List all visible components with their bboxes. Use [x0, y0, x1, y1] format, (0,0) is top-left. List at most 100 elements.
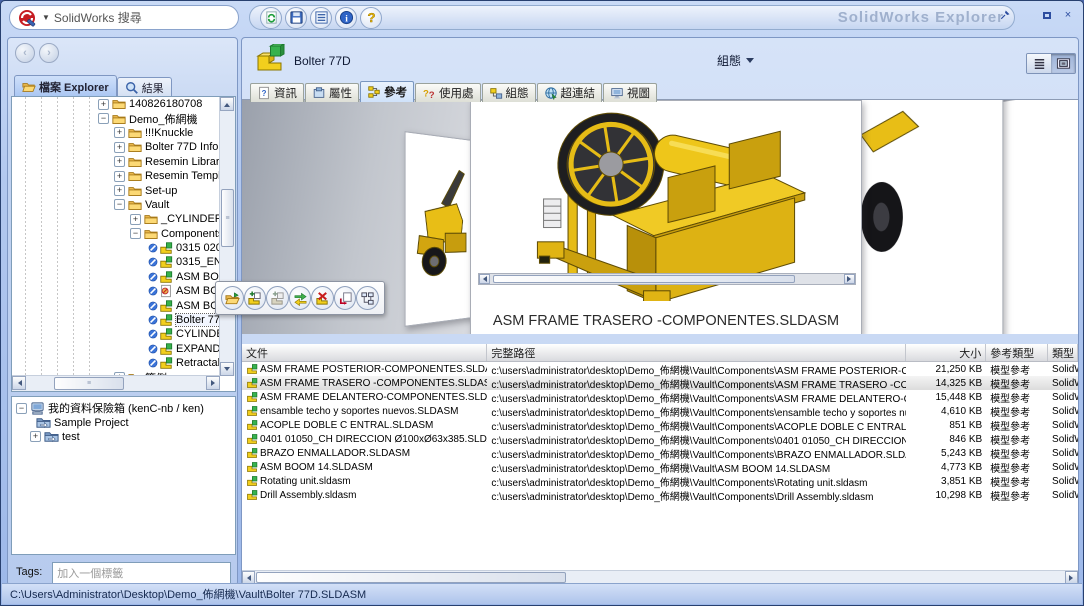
tree-item[interactable]: ASM BO	[12, 298, 220, 312]
tree-vertical-scrollbar[interactable]: ≡	[219, 97, 235, 376]
column-header-0[interactable]: 文件	[242, 344, 487, 361]
replace-button[interactable]	[289, 286, 312, 310]
list-view-button[interactable]	[1027, 54, 1051, 73]
vault-item[interactable]: Sample Project	[12, 415, 235, 429]
tree-expander-icon[interactable]: +	[114, 185, 125, 196]
tree-expander-icon[interactable]: +	[114, 171, 125, 182]
vault-root-item[interactable]: −我的資料保險箱 (kenC-nb / ken)	[12, 401, 235, 415]
column-header-4[interactable]: 類型	[1048, 344, 1078, 361]
tree-item[interactable]: +_CYLINDER GU	[12, 212, 220, 226]
table-row[interactable]: 0401 01050_CH DIRECCION Ø100xØ63x385.SLD…	[242, 432, 1078, 446]
open-button[interactable]	[221, 286, 244, 310]
restore-button[interactable]	[1040, 9, 1054, 21]
configuration-dropdown[interactable]: 組態	[717, 52, 754, 69]
tab-5[interactable]: 超連結	[537, 83, 603, 102]
add-doc-disabled-button[interactable]	[266, 286, 289, 310]
tree-item[interactable]: 0315 02005_	[12, 241, 220, 255]
tree-expander-icon[interactable]: −	[98, 113, 109, 124]
table-row[interactable]: ASM FRAME POSTERIOR-COMPONENTES.SLDASMc:…	[242, 362, 1078, 376]
search-dropdown-caret[interactable]: ▼	[42, 13, 50, 22]
tab-label: 視圖	[627, 85, 650, 101]
table-row[interactable]: ASM FRAME DELANTERO-COMPONENTES.SLDASMc:…	[242, 390, 1078, 404]
search-placeholder-text[interactable]: SolidWorks 搜尋	[54, 9, 142, 26]
tree-item[interactable]: − Components	[12, 227, 220, 241]
tree-expander-icon[interactable]: −	[114, 199, 125, 210]
tree-item-label: CYLINDER G	[176, 328, 220, 340]
move-button[interactable]	[334, 286, 357, 310]
table-row[interactable]: Rotating unit.sldasmc:\users\administrat…	[242, 474, 1078, 488]
tree-expander-icon[interactable]: +	[30, 431, 41, 442]
tree-item[interactable]: Bolter 77D	[12, 313, 220, 327]
tree-item-label: Components	[161, 228, 220, 240]
tree-expander-icon[interactable]: −	[130, 228, 141, 239]
tree-item[interactable]: ASM BOOM	[12, 270, 220, 284]
tab-label: 參考	[384, 84, 407, 100]
table-row[interactable]: ASM FRAME TRASERO -COMPONENTES.SLDASMc:\…	[242, 376, 1078, 390]
info-button[interactable]: i	[335, 7, 357, 29]
back-button[interactable]: ‹	[15, 43, 35, 63]
tree-item[interactable]: ASM BO	[12, 284, 220, 298]
file-type: SolidWo	[1048, 448, 1078, 459]
tab-3[interactable]: ??使用處	[415, 83, 481, 102]
vault-item[interactable]: +test	[12, 430, 235, 444]
tree-item[interactable]: −Vault	[12, 198, 220, 212]
tree-expander-icon[interactable]: +	[114, 156, 125, 167]
save-button[interactable]	[285, 7, 307, 29]
tree-item[interactable]: +!!!Knuckle	[12, 126, 220, 140]
table-row[interactable]: BRAZO ENMALLADOR.SLDASMc:\users\administ…	[242, 446, 1078, 460]
carousel-card-right-1[interactable]	[860, 99, 1003, 334]
tree-item[interactable]: Retractable E	[12, 356, 220, 370]
table-row[interactable]: ACOPLE DOBLE C ENTRAL.SLDASMc:\users\adm…	[242, 418, 1078, 432]
references-button[interactable]	[356, 286, 379, 310]
add-doc-button[interactable]	[244, 286, 267, 310]
sidebar-tab-0[interactable]: 檔案 Explorer	[14, 75, 117, 97]
column-header-2[interactable]: 大小	[906, 344, 986, 361]
assembly-icon	[246, 461, 258, 473]
forward-button[interactable]: ›	[39, 43, 59, 63]
tree-item[interactable]: CYLINDER G	[12, 327, 220, 341]
tab-4[interactable]: 組態	[482, 83, 536, 102]
list-button[interactable]	[310, 7, 332, 29]
tree-item[interactable]: −Demo_佈網機	[12, 111, 220, 125]
tree-horizontal-scrollbar[interactable]: ≡	[12, 375, 220, 391]
tree-item[interactable]: EXPANDER	[12, 342, 220, 356]
file-name: ensamble techo y soportes nuevos.SLDASM	[260, 406, 458, 417]
tree-expander-icon[interactable]: −	[16, 403, 27, 414]
table-row[interactable]: ASM BOOM 14.SLDASMc:\users\administrator…	[242, 460, 1078, 474]
tree-item[interactable]: 0315_ENSAM	[12, 255, 220, 269]
help-button[interactable]: ?	[360, 7, 382, 29]
carousel-scrollbar[interactable]	[478, 273, 856, 285]
table-row[interactable]: Drill Assembly.sldasmc:\users\administra…	[242, 488, 1078, 502]
sidebar-tab-1[interactable]: 結果	[117, 77, 172, 97]
tab-0[interactable]: ?資訊	[250, 83, 304, 102]
tab-2[interactable]: 參考	[360, 81, 414, 102]
column-header-3[interactable]: 參考類型	[986, 344, 1048, 361]
tab-6[interactable]: 視圖	[603, 83, 657, 102]
minimize-button[interactable]	[1019, 9, 1033, 21]
tree-item[interactable]: +Resemin Templates	[12, 169, 220, 183]
pin-button[interactable]	[998, 9, 1012, 21]
reference-type: 模型參考	[986, 488, 1048, 503]
reference-type: 模型參考	[986, 432, 1048, 447]
column-header-1[interactable]: 完整路徑	[487, 344, 906, 361]
close-button[interactable]: ×	[1061, 9, 1075, 21]
tree-item[interactable]: +Set-up	[12, 183, 220, 197]
tree-item[interactable]: +Resemin Library	[12, 155, 220, 169]
assembly-icon	[246, 489, 258, 501]
delete-button[interactable]	[311, 286, 334, 310]
tree-expander-icon[interactable]: +	[114, 127, 125, 138]
tree-expander-icon[interactable]: +	[114, 142, 125, 153]
sync-overlay-icon	[148, 257, 158, 267]
tree-expander-icon[interactable]: +	[98, 99, 109, 110]
tree-expander-icon[interactable]: +	[130, 214, 141, 225]
tab-1[interactable]: 屬性	[305, 83, 359, 102]
carousel-view-button[interactable]	[1051, 54, 1075, 73]
table-row[interactable]: ensamble techo y soportes nuevos.SLDASMc…	[242, 404, 1078, 418]
refresh-button[interactable]	[260, 7, 282, 29]
assembly-icon	[246, 363, 258, 375]
search-box[interactable]: ▼ SolidWorks 搜尋	[9, 5, 239, 30]
solidworks-explorer-window: ▼ SolidWorks 搜尋 i? SolidWorks Explorer ×…	[0, 0, 1084, 606]
carousel-card-center[interactable]: ASM FRAME TRASERO -COMPONENTES.SLDASM	[470, 100, 862, 334]
tree-item[interactable]: +Bolter 77D Info	[12, 140, 220, 154]
tree-item[interactable]: +140826180708	[12, 97, 220, 111]
